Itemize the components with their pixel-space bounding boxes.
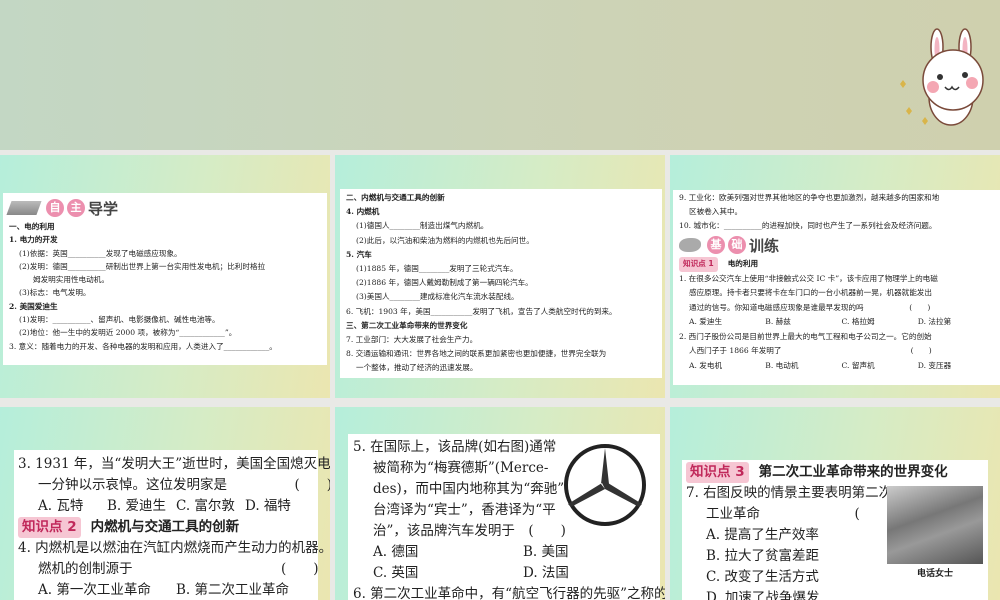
slide-thumbnail-2[interactable]: 二、内燃机与交通工具的创新 4. 内燃机 (1)德国人________制造出煤气… bbox=[335, 155, 665, 398]
fish-icon bbox=[679, 238, 701, 252]
slide-thumbnail-4[interactable]: 3. 1931 年，当“发明大王”逝世时，美国全国熄灭电灯 一分钟以示哀悼。这位… bbox=[0, 407, 330, 600]
slide-thumbnail-6[interactable]: 知识点 3 第二次工业革命带来的世界变化 7. 右图反映的情景主要表明第二次 工业… bbox=[670, 407, 1000, 600]
option: C. 富尔敦 bbox=[176, 498, 235, 514]
text-line: (3)美国人________建成标准化汽车流水装配线。 bbox=[356, 292, 519, 302]
text-line: (1)发明：__________、留声机、电影摄像机、碱性电池等。 bbox=[19, 315, 220, 325]
exercise-card: 5. 在国际上，该品牌(如右图)通常 被简称为“梅赛德斯”(Merce- des… bbox=[348, 434, 665, 600]
answer-options: A. 爱迪生 B. 赫兹 C. 格拉姆 D. 法拉第 bbox=[679, 315, 994, 330]
text-line: 3. 意义：随着电力的开发、各种电器的发明和应用，人类进入了__________… bbox=[9, 341, 277, 351]
option: A. 瓦特 bbox=[38, 498, 84, 514]
option: B. 美国 bbox=[523, 544, 569, 560]
question-line: 通过的信号。你知道电磁感应现象是谁最早发现的吗 ( ) bbox=[689, 302, 931, 312]
option: D. 福特 bbox=[245, 498, 291, 514]
slide-thumbnail-3[interactable]: 9. 工业化：欧美列强对世界其他地区的争夺也更加激烈，越来越多的国家和地 区被卷… bbox=[670, 155, 1000, 398]
text-line: 1. 电力的开发 bbox=[9, 235, 58, 245]
option: B. 第二次工业革命 bbox=[176, 582, 290, 598]
knowledge-point-title: 内燃机与交通工具的创新 bbox=[90, 519, 240, 535]
text-line: (2)发明：德国__________研制出世界上第一台实用性发电机；比利时格拉 bbox=[19, 261, 266, 271]
header-badge: 基 bbox=[707, 236, 725, 254]
guide-card: 自 主 导学 一、电的利用 1. 电力的开发 (1)依据：英国_________… bbox=[3, 193, 327, 365]
telephone-lady-photo bbox=[887, 486, 983, 564]
text-line: 6. 飞机：1903 年，美国___________发明了飞机，宣告了人类航空时… bbox=[346, 306, 617, 316]
bunny-sticker-icon bbox=[900, 28, 984, 126]
answer-options: C. 英国 D. 法国 bbox=[353, 563, 665, 584]
section-header-self-study: 自 主 导学 bbox=[6, 196, 321, 220]
text-line: (1)1885 年，德国________发明了三轮式汽车。 bbox=[356, 264, 518, 274]
option: A. 发电机 bbox=[689, 360, 723, 370]
option: A. 德国 bbox=[373, 544, 419, 560]
question-line: 感应原理。持卡者只要将卡在车门口的一台小机器前一晃，机器就能发出 bbox=[689, 288, 932, 297]
text-line: 区被卷入其中。 bbox=[689, 207, 743, 216]
text-line: 8. 交通运输和通讯：世界各地之间的联系更加紧密也更加便捷，世界完全联为 bbox=[346, 349, 607, 359]
option: C. 英国 bbox=[373, 565, 419, 581]
text-line: 7. 工业部门：大大发展了社会生产力。 bbox=[346, 335, 478, 345]
header-badge: 础 bbox=[728, 236, 746, 254]
text-line: 一、电的利用 bbox=[9, 222, 55, 231]
section-header-basic-training: 基 础 训练 bbox=[679, 233, 994, 257]
option: D. 法拉第 bbox=[917, 317, 952, 326]
question-line: 4. 内燃机是以燃油在汽缸内燃烧而产生动力的机器。内 bbox=[18, 540, 330, 556]
title-slide-banner bbox=[0, 0, 1000, 150]
text-line: 4. 内燃机 bbox=[346, 207, 380, 217]
text-line: 10. 城市化：__________的进程加快，同时也产生了一系列社会及经济问题… bbox=[679, 221, 937, 230]
text-line: 三、第二次工业革命带来的世界变化 bbox=[346, 320, 468, 330]
guide-card: 二、内燃机与交通工具的创新 4. 内燃机 (1)德国人________制造出煤气… bbox=[340, 189, 662, 378]
question-line: 人西门子于 1866 年发明了 ( ) bbox=[689, 346, 932, 355]
question-line: 6. 第二次工业革命中，有“航空飞行器的先驱”之称的 bbox=[353, 586, 665, 600]
option: D. 法国 bbox=[523, 565, 569, 581]
exercise-card: 9. 工业化：欧美列强对世界其他地区的争夺也更加激烈，越来越多的国家和地 区被卷… bbox=[673, 190, 1000, 385]
option: A. 爱迪生 bbox=[689, 317, 723, 326]
books-icon bbox=[6, 201, 42, 215]
question-line: 燃机的创制源于 ( ) bbox=[38, 561, 319, 577]
exercise-card: 3. 1931 年，当“发明大王”逝世时，美国全国熄灭电灯 一分钟以示哀悼。这位… bbox=[14, 450, 330, 600]
text-line: (2)1886 年，德国人戴姆勒制成了第一辆四轮汽车。 bbox=[356, 278, 533, 288]
answer-options: A. 德国 B. 美国 bbox=[353, 542, 665, 563]
header-badge: 自 bbox=[46, 199, 64, 217]
text-line: (2)此后，以汽油和柴油为燃料的内燃机也先后问世。 bbox=[356, 235, 534, 245]
knowledge-point-title: 第二次工业革命带来的世界变化 bbox=[758, 464, 948, 480]
option: D. 加速了战争爆发 bbox=[706, 590, 820, 600]
exercise-card: 知识点 3 第二次工业革命带来的世界变化 7. 右图反映的情景主要表明第二次 工业… bbox=[682, 460, 988, 600]
option: A. 第一次工业革命 bbox=[38, 582, 151, 598]
slide-thumbnail-1[interactable]: 自 主 导学 一、电的利用 1. 电力的开发 (1)依据：英国_________… bbox=[0, 155, 330, 398]
question-line: 一分钟以示哀悼。这位发明家是 ( ) bbox=[38, 477, 330, 493]
text-line: (1)依据：英国__________发现了电磁感应现象。 bbox=[19, 248, 182, 258]
answer-options: A. 瓦特 B. 爱迪生 C. 富尔敦 D. 福特 bbox=[18, 496, 314, 517]
text-line: 一个整体，推动了经济的迅速发展。 bbox=[356, 363, 478, 373]
text-line: (1)德国人________制造出煤气内燃机。 bbox=[356, 221, 489, 231]
header-badge: 主 bbox=[67, 199, 85, 217]
question-line: 1. 在很多公交汽车上使用“非接触式公交 IC 卡”，该卡应用了物理学上的电磁 bbox=[679, 273, 938, 283]
knowledge-point-tag: 知识点 3 bbox=[686, 462, 749, 483]
text-line: 姆发明实用性电动机。 bbox=[33, 275, 109, 285]
option: D. 变压器 bbox=[917, 360, 952, 370]
text-line: (3)标志：电气发明。 bbox=[19, 288, 91, 298]
knowledge-point-title: 电的利用 bbox=[727, 259, 759, 268]
header-text: 训练 bbox=[749, 236, 780, 255]
header-text: 导学 bbox=[88, 199, 119, 218]
photo-caption: 电话女士 bbox=[916, 569, 953, 579]
knowledge-point-tag: 知识点 1 bbox=[679, 257, 718, 272]
option: C. 留声机 bbox=[841, 360, 875, 370]
option: B. 爱迪生 bbox=[107, 498, 167, 514]
option: C. 格拉姆 bbox=[841, 317, 875, 326]
text-line: 二、内燃机与交通工具的创新 bbox=[346, 193, 445, 202]
mercedes-logo-image bbox=[564, 444, 646, 526]
text-line: (2)地位：他一生中的发明近 2000 项，被称为“____________”。 bbox=[19, 328, 237, 338]
knowledge-point-tag: 知识点 2 bbox=[18, 517, 81, 538]
text-line: 9. 工业化：欧美列强对世界其他地区的争夺也更加激烈，越来越多的国家和地 bbox=[679, 193, 940, 202]
answer-options: A. 发电机 B. 电动机 C. 留声机 D. 变压器 bbox=[679, 359, 994, 374]
answer-options: A. 第一次工业革命 B. 第二次工业革命 bbox=[18, 580, 314, 600]
text-line: 2. 美国爱迪生 bbox=[9, 301, 58, 311]
slide-thumbnail-5[interactable]: 5. 在国际上，该品牌(如右图)通常 被简称为“梅赛德斯”(Merce- des… bbox=[335, 407, 665, 600]
question-line: 2. 西门子股份公司是目前世界上最大的电气工程和电子公司之一。它的创始 bbox=[679, 331, 932, 341]
option: B. 赫兹 bbox=[765, 317, 791, 326]
question-line: 3. 1931 年，当“发明大王”逝世时，美国全国熄灭电灯 bbox=[18, 456, 330, 472]
text-line: 5. 汽车 bbox=[346, 249, 372, 259]
option: B. 电动机 bbox=[765, 360, 799, 370]
